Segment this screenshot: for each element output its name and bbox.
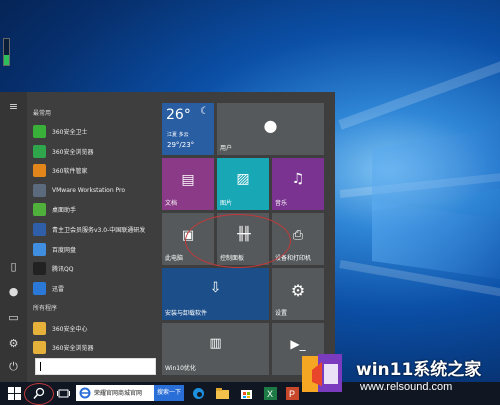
power-icon[interactable]: ⏻ [7, 360, 20, 373]
section-most-used: 最常用 [33, 110, 52, 117]
service-icon [33, 223, 46, 236]
most-used-item-label: 百度网盘 [52, 246, 77, 254]
tile-documents-label: 文档 [165, 200, 178, 207]
headphones-icon: ♫ [291, 171, 305, 187]
level-gadget-fill [4, 54, 9, 65]
highlight-circle [24, 383, 54, 405]
weather-range: 29°/23° [167, 141, 195, 149]
user-icon: ● [263, 116, 278, 135]
ie-icon [79, 387, 91, 399]
tile-user-label: 用户 [220, 145, 233, 152]
tile-pictures-label: 图片 [220, 200, 233, 207]
windows-start-icon[interactable] [8, 387, 21, 400]
taskbar-ie-search[interactable]: 荣耀官网商城官网 搜索一下 [76, 385, 184, 401]
watermark-url: www.relsound.com [360, 381, 453, 393]
most-used-item[interactable]: 360安全卫士 [33, 123, 157, 140]
browser-icon [33, 144, 46, 158]
file-explorer-icon[interactable] [216, 387, 229, 400]
gear-icon: ⚙ [290, 281, 306, 300]
start-search-input[interactable] [35, 358, 156, 375]
picture-icon: ▨ [236, 171, 250, 187]
most-used-item-label: 迅雷 [52, 285, 65, 293]
desktop-helper-icon [33, 203, 46, 217]
software-manager-icon [33, 164, 46, 178]
tile-music[interactable]: ♫ 音乐 [272, 158, 324, 210]
shield-icon [33, 125, 46, 138]
highlight-circle [185, 214, 291, 268]
folder-icon [33, 341, 46, 354]
all-programs-item[interactable]: 360安全中心 [33, 320, 157, 337]
vmware-icon [33, 183, 46, 197]
watermark-title: win11系统之家 [356, 360, 482, 380]
site-watermark: win11系统之家 www.relsound.com [300, 352, 500, 400]
install-icon: ⇩ [209, 280, 222, 296]
settings-gear-icon[interactable]: ⚙ [7, 337, 20, 350]
tablet-mode-icon[interactable]: ▯ [7, 260, 20, 273]
qq-icon [33, 262, 46, 276]
all-programs-item-label: 360安全中心 [52, 326, 88, 333]
moon-icon: ☾ [200, 106, 209, 117]
most-used-item[interactable]: 360软件管家 [33, 162, 157, 179]
tile-win10-optimize-label: Win10优化 [165, 365, 196, 372]
svg-text:X: X [267, 389, 273, 399]
tile-weather[interactable]: 26° ☾ 江夏 多云 29°/23° [162, 103, 214, 155]
most-used-item-label: 腾讯QQ [52, 266, 74, 274]
weather-city: 江夏 多云 [167, 132, 189, 138]
most-used-item[interactable]: 腾讯QQ [33, 260, 157, 277]
most-used-item-label: 360安全卫士 [52, 129, 88, 136]
app-list: 最常用 360安全卫士 360安全浏览器 360软件管家 VMware Worksta… [27, 92, 157, 382]
document-icon: ▤ [181, 172, 195, 188]
ie-search-button[interactable]: 搜索一下 [154, 385, 184, 401]
most-used-item-label: 360软件管家 [52, 168, 88, 176]
tile-install-software-label: 安装与卸载软件 [165, 310, 208, 317]
tile-user[interactable]: ● 用户 [217, 103, 324, 155]
most-used-item[interactable]: 迅雷 [33, 280, 157, 297]
edge-icon[interactable] [192, 387, 205, 400]
most-used-item[interactable]: 桌面助手 [33, 201, 157, 218]
powerpoint-icon[interactable]: P [286, 387, 299, 400]
most-used-item[interactable]: 360安全浏览器 [33, 143, 157, 160]
tile-pictures[interactable]: ▨ 图片 [217, 158, 269, 210]
file-explorer-icon[interactable]: ▭ [7, 311, 20, 324]
start-rail: ≡ ▯ ● ▭ ⚙ ⏻ [0, 92, 27, 382]
most-used-item-label: VMware Workstation Pro [52, 186, 126, 194]
most-used-item[interactable]: 青主卫会员服务v3.0-中国联通研发 [33, 221, 157, 238]
weather-temperature: 26° [166, 107, 191, 123]
all-programs-item-label: 360安全浏览器 [52, 345, 94, 352]
ie-search-text: 荣耀官网商城官网 [94, 390, 143, 397]
tile-install-software[interactable]: ⇩ 安装与卸载软件 [162, 268, 269, 320]
all-programs-item[interactable]: 360安全浏览器 [33, 339, 157, 356]
tile-settings[interactable]: ⚙ 设置 [272, 268, 324, 320]
tile-this-pc-label: 此电脑 [165, 255, 184, 262]
excel-icon[interactable]: X [264, 387, 277, 400]
text-caret [40, 362, 41, 371]
most-used-item[interactable]: 百度网盘 [33, 241, 157, 258]
tile-settings-label: 设置 [275, 310, 288, 317]
watermark-logo-icon [302, 354, 342, 392]
tile-documents[interactable]: ▤ 文档 [162, 158, 214, 210]
optimize-icon: ▥ [209, 336, 222, 351]
most-used-item[interactable]: VMware Workstation Pro [33, 182, 157, 199]
wallpaper-window-pane [372, 126, 500, 212]
most-used-item-label: 360安全浏览器 [52, 148, 94, 156]
start-menu: ≡ ▯ ● ▭ ⚙ ⏻ 最常用 360安全卫士 360安全浏览器 360软件管家 VM… [0, 92, 335, 382]
console-icon: ▶_ [290, 337, 306, 351]
user-account-icon[interactable]: ● [7, 285, 20, 298]
wallpaper-window-pane [372, 201, 500, 279]
cloud-drive-icon [33, 242, 46, 256]
most-used-item-label: 桌面助手 [52, 207, 77, 215]
svg-text:P: P [289, 389, 295, 399]
most-used-item-label: 青主卫会员服务v3.0-中国联通研发 [52, 227, 146, 234]
tile-win10-optimize[interactable]: ▥ Win10优化 [162, 323, 269, 375]
hamburger-menu-icon[interactable]: ≡ [7, 100, 20, 113]
wallpaper-light-beam [338, 51, 500, 130]
section-all-programs: 所有程序 [33, 305, 58, 312]
task-view-icon[interactable] [57, 387, 70, 400]
store-icon[interactable] [240, 387, 253, 400]
level-gadget [3, 38, 10, 66]
tile-music-label: 音乐 [275, 200, 288, 207]
thunder-icon [33, 281, 46, 295]
folder-icon [33, 322, 46, 335]
